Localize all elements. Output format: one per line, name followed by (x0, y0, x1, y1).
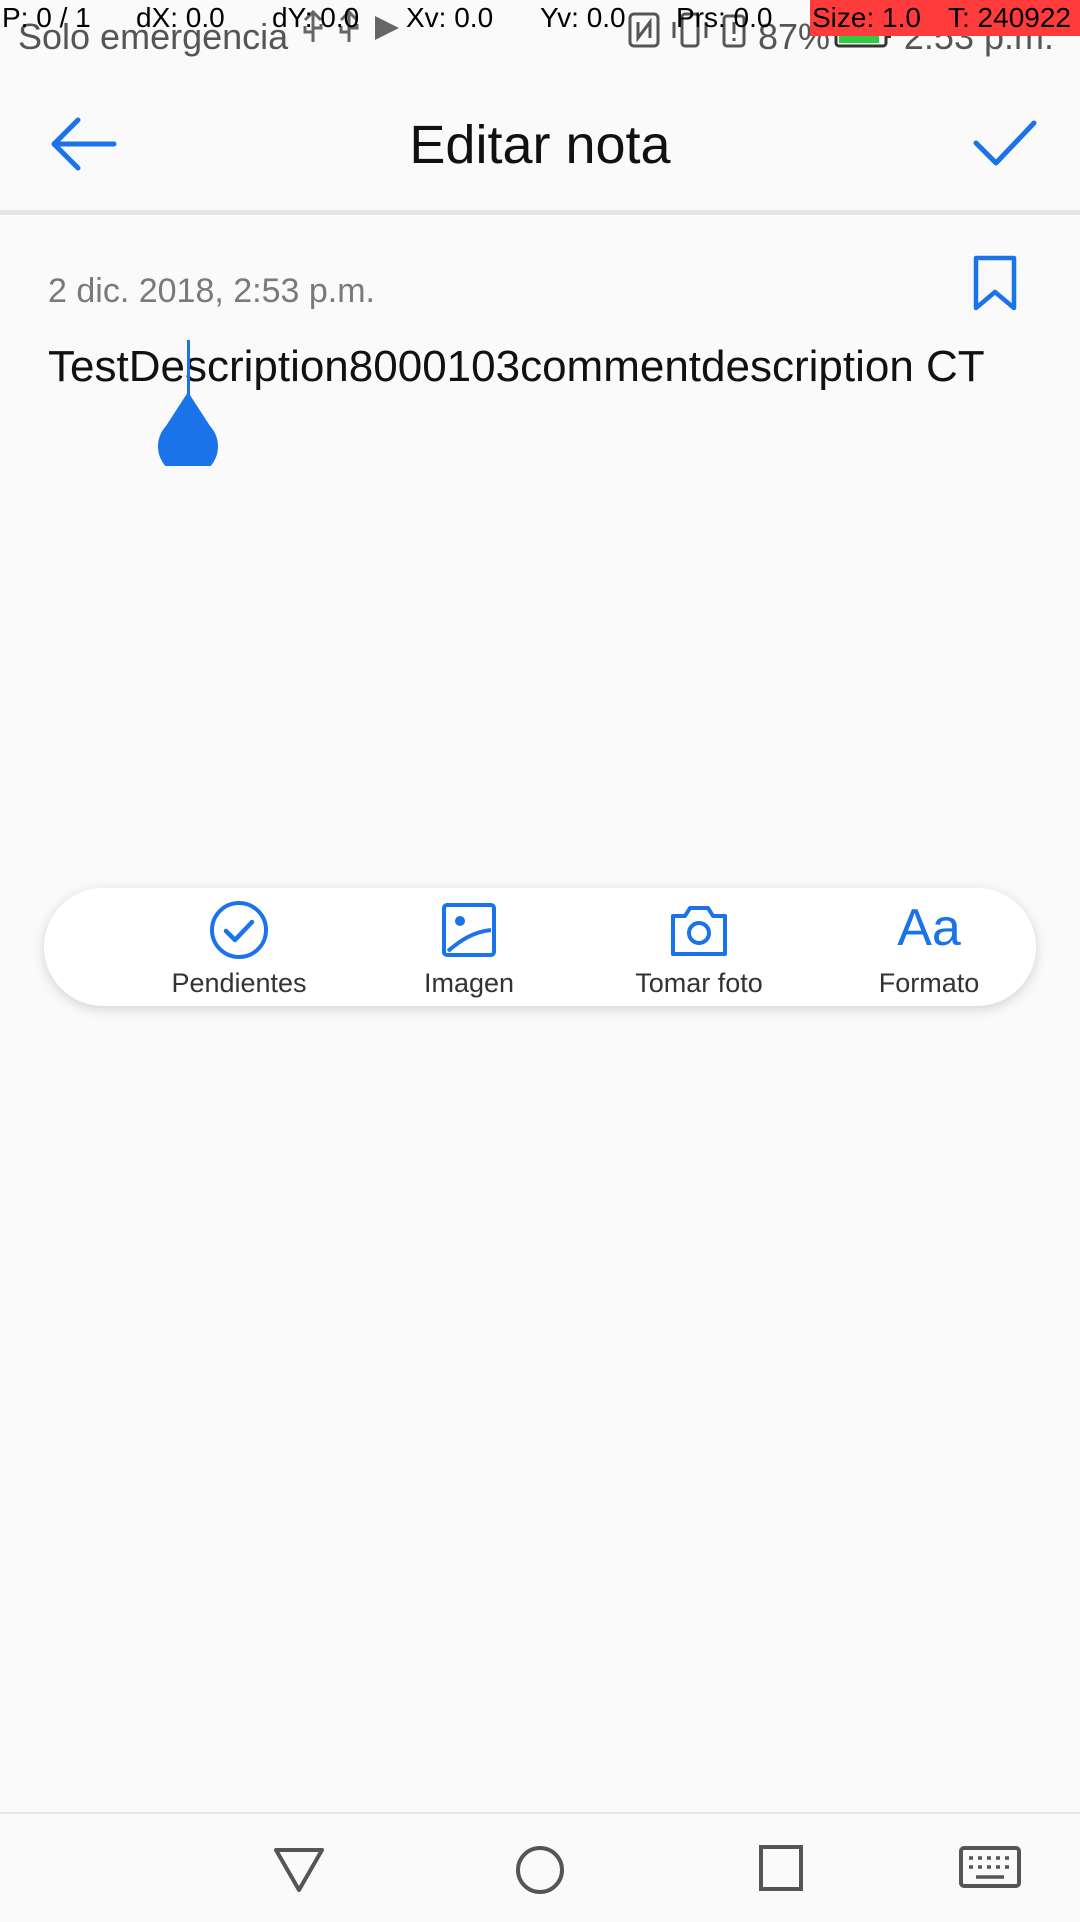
debug-xv: Xv: 0.0 (406, 2, 494, 33)
nav-home-icon[interactable] (514, 1844, 566, 1896)
pointer-debug-overlay: P: 0 / 1 dX: 0.0 dY: 0.0 Xv: 0.0 Yv: 0.0… (0, 0, 1080, 36)
pendientes-button[interactable]: Pendientes (124, 888, 354, 1006)
app-bar: Editar nota (0, 62, 1080, 215)
keyboard-icon[interactable] (958, 1844, 1022, 1892)
camera-icon (671, 906, 727, 956)
text-format-icon: Aa (897, 899, 961, 957)
tomar-foto-label: Tomar foto (635, 968, 763, 998)
image-icon (442, 903, 496, 957)
confirm-check-icon[interactable] (972, 117, 1038, 169)
page-title: Editar nota (409, 115, 671, 175)
debug-pressure: Prs: 0.0 (676, 2, 773, 33)
formato-button[interactable]: Aa Formato (814, 888, 1044, 1006)
debug-yv: Yv: 0.0 (540, 2, 626, 33)
status-bar: Solo emergencia 87% 2:53 p.m. P: 0 / 1 d… (0, 0, 1080, 62)
debug-dx: dX: 0.0 (136, 2, 225, 33)
imagen-label: Imagen (423, 968, 515, 998)
debug-time: T: 240922 (948, 2, 1071, 33)
formato-label: Formato (878, 968, 980, 998)
tomar-foto-button[interactable]: Tomar foto (584, 888, 814, 1006)
pendientes-label: Pendientes (171, 968, 307, 998)
nav-recents-icon[interactable] (758, 1844, 804, 1892)
system-nav-bar (0, 1812, 1080, 1922)
note-tools-toolbar: Pendientes Imagen Tomar foto Aa Formato (44, 888, 1036, 1006)
checkmark-circle-icon (210, 901, 268, 959)
imagen-button[interactable]: Imagen (354, 888, 584, 1006)
debug-size: Size: 1.0 (812, 2, 921, 33)
nav-back-icon[interactable] (272, 1844, 326, 1894)
text-cursor-handle[interactable] (158, 392, 218, 466)
bookmark-icon[interactable] (972, 254, 1018, 312)
debug-dy: dY: 0.0 (272, 2, 360, 33)
debug-pointer-count: P: 0 / 1 (2, 2, 91, 33)
text-cursor (187, 340, 190, 396)
note-date: 2 dic. 2018, 2:53 p.m. (48, 272, 375, 310)
